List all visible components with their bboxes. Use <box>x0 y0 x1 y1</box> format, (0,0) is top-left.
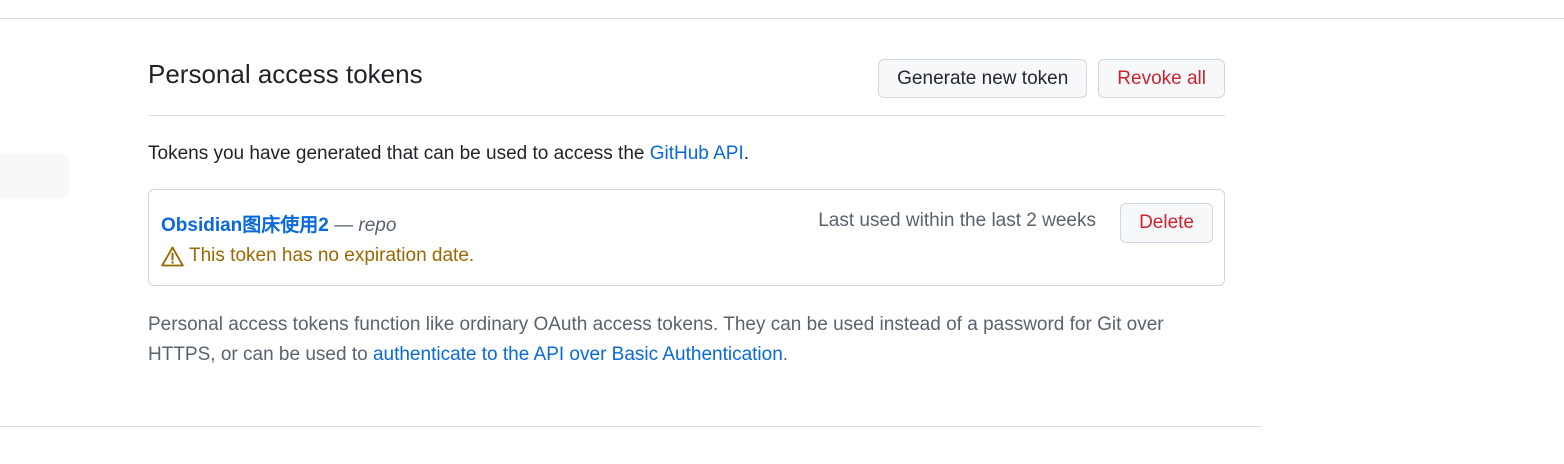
bottom-divider <box>0 426 1262 427</box>
token-title-row: Obsidian图床使用2 — repo <box>161 210 396 237</box>
intro-text-body: Tokens you have generated that can be us… <box>148 143 650 164</box>
basic-auth-link[interactable]: authenticate to the API over Basic Authe… <box>373 344 783 365</box>
header-actions: Generate new token Revoke all <box>878 59 1225 98</box>
generate-token-button[interactable]: Generate new token <box>878 59 1088 98</box>
footnote-suffix: . <box>782 344 789 365</box>
page-title: Personal access tokens <box>148 59 423 89</box>
section-header: Personal access tokens Generate new toke… <box>148 56 1225 116</box>
token-warning-text: This token has no expiration date. <box>189 245 475 266</box>
top-divider <box>0 18 1564 19</box>
sidebar-item[interactable] <box>0 154 69 198</box>
token-list-item: Obsidian图床使用2 — repo This token has no e… <box>148 189 1225 286</box>
token-scope: — repo <box>328 215 397 236</box>
delete-token-button[interactable]: Delete <box>1120 203 1213 243</box>
alert-triangle-icon <box>161 246 184 267</box>
intro-suffix: . <box>743 143 750 164</box>
token-last-used: Last used within the last 2 weeks <box>818 210 1096 231</box>
revoke-all-button[interactable]: Revoke all <box>1098 59 1225 98</box>
intro-text: Tokens you have generated that can be us… <box>148 143 1225 165</box>
github-api-link[interactable]: GitHub API <box>650 143 744 164</box>
token-expiration-warning: This token has no expiration date. <box>161 245 474 267</box>
tokens-section: Personal access tokens Generate new toke… <box>148 56 1225 370</box>
footnote-text: Personal access tokens function like ord… <box>148 310 1208 370</box>
token-name-link[interactable]: Obsidian图床使用2 <box>161 215 329 236</box>
